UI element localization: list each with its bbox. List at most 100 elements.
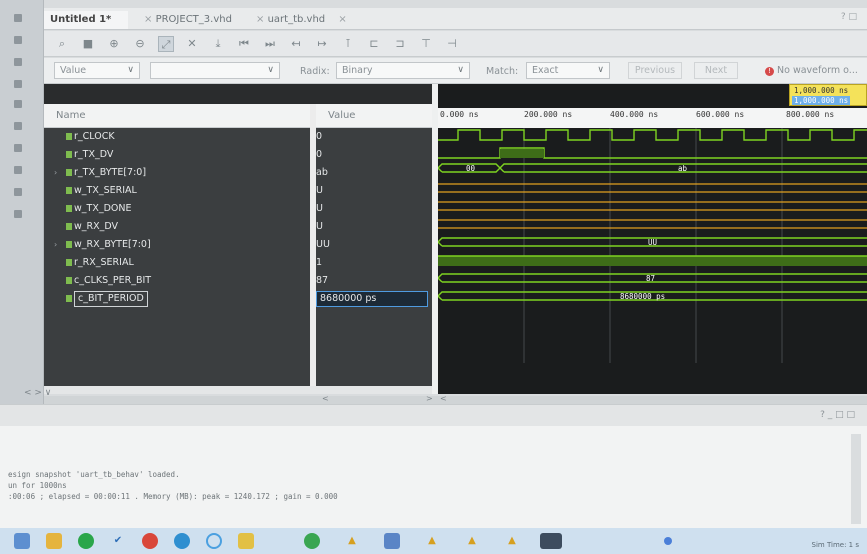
full-view-icon[interactable]: ✕ <box>184 36 200 52</box>
swap-cursors-icon[interactable]: ⊤ <box>418 36 434 52</box>
bus-icon <box>66 169 72 176</box>
signal-row-r-clock[interactable]: r_CLOCK 0 <box>44 128 432 146</box>
expand-icon[interactable]: › <box>54 236 57 254</box>
previous-marker-icon[interactable]: ⊏ <box>366 36 382 52</box>
cortana-icon[interactable] <box>206 533 222 549</box>
next-transition-icon[interactable]: ↦ <box>314 36 330 52</box>
signal-row-c-clks-per-bit[interactable]: c_CLKS_PER_BIT 87 <box>44 272 432 290</box>
edge-icon[interactable] <box>174 533 190 549</box>
check-icon[interactable]: ✔ <box>110 533 126 549</box>
panel-bottom-strip <box>44 386 432 394</box>
signal-value: 0 <box>316 149 323 160</box>
close-icon[interactable]: × <box>338 14 346 25</box>
sidebar-icon[interactable] <box>14 166 22 174</box>
signal-row-c-bit-period[interactable]: c_BIT_PERIOD 8680000 ps <box>44 290 432 308</box>
tab-uart-tb[interactable]: × uart_tb.vhd × <box>240 11 350 29</box>
zoom-out-icon[interactable]: ⊖ <box>132 36 148 52</box>
bus-icon <box>66 241 72 248</box>
notes-icon[interactable] <box>238 533 254 549</box>
radix-select[interactable]: Binary ∨ <box>336 62 470 79</box>
cut-icon[interactable]: ⊣ <box>444 36 460 52</box>
signal-icon <box>66 295 72 302</box>
zoom-in-icon[interactable]: ⊕ <box>106 36 122 52</box>
scroll-left-arrow[interactable]: < <box>322 394 329 403</box>
zoom-fit-icon[interactable]: ⤢ <box>158 36 174 52</box>
sidebar-icon[interactable] <box>14 188 22 196</box>
no-waveform-text: No waveform o... <box>777 65 858 76</box>
horizontal-scrollbar[interactable]: < > < <box>44 394 867 404</box>
vivado-icon-2[interactable]: ▲ <box>424 533 440 549</box>
signal-icon <box>66 223 72 230</box>
document-icon[interactable] <box>384 533 400 549</box>
spotify-icon[interactable] <box>78 533 94 549</box>
vivado-icon-3[interactable]: ▲ <box>464 533 480 549</box>
signal-value: 1 <box>316 257 323 268</box>
signal-icon <box>66 205 72 212</box>
next-marker-icon[interactable]: ⊐ <box>392 36 408 52</box>
signal-row-r-tx-dv[interactable]: r_TX_DV 0 <box>44 146 432 164</box>
chevron-down-icon: ∨ <box>457 65 464 75</box>
name-column-header[interactable]: Name <box>44 104 310 128</box>
cursor-time-marker[interactable]: 1,000.000 ns 1,000.000 ns <box>789 84 867 106</box>
sidebar-icon[interactable] <box>14 36 22 44</box>
console-scrollbar[interactable] <box>851 434 861 524</box>
tcl-console-header: ? _ □ □ <box>0 404 867 426</box>
signal-row-w-tx-done[interactable]: w_TX_DONE U <box>44 200 432 218</box>
value-column-header[interactable]: Value <box>316 104 432 128</box>
previous-transition-icon[interactable]: ↤ <box>288 36 304 52</box>
match-select[interactable]: Exact ∨ <box>526 62 610 79</box>
tcl-console[interactable]: esign snapshot 'uart_tb_behav' loaded. u… <box>0 426 867 528</box>
close-icon[interactable]: × <box>144 14 152 25</box>
close-icon[interactable]: × <box>256 14 264 25</box>
sidebar-icon[interactable] <box>14 80 22 88</box>
save-icon[interactable]: ■ <box>80 36 96 52</box>
go-to-last-time-icon[interactable]: ⏭ <box>262 36 278 52</box>
console-window-controls[interactable]: ? _ □ □ <box>820 410 855 420</box>
folder-icon[interactable] <box>46 533 62 549</box>
tab-project-3[interactable]: × PROJECT_3.vhd <box>128 11 238 29</box>
go-to-time-0-icon[interactable]: ⏮ <box>236 36 252 52</box>
go-to-cursor-icon[interactable]: ⤓ <box>210 36 226 52</box>
waveform-traces[interactable]: 00 ab UU 87 8680000 ps <box>438 128 867 363</box>
vivado-simulator-window: Untitled 1* × PROJECT_3.vhd × uart_tb.vh… <box>0 0 867 554</box>
signal-icon <box>66 277 72 284</box>
search-mode-select[interactable]: Value ∨ <box>54 62 140 79</box>
signal-row-w-tx-serial[interactable]: w_TX_SERIAL U <box>44 182 432 200</box>
signal-row-r-tx-byte[interactable]: › r_TX_BYTE[7:0] ab <box>44 164 432 182</box>
signal-name: w_TX_SERIAL <box>74 185 137 196</box>
signal-value: 8680000 ps <box>316 291 428 307</box>
sidebar-icon[interactable] <box>14 14 22 22</box>
search-mode-value: Value <box>60 65 87 76</box>
signal-value: 87 <box>316 275 329 286</box>
torrent-icon[interactable] <box>304 533 320 549</box>
signal-row-r-rx-serial[interactable]: r_RX_SERIAL 1 <box>44 254 432 272</box>
cursor-time-label-secondary: 1,000.000 ns <box>792 96 851 105</box>
sidebar-icon[interactable] <box>14 122 22 130</box>
next-button[interactable]: Next <box>694 62 738 79</box>
chrome-icon[interactable] <box>142 533 158 549</box>
window-help-controls[interactable]: ? □ <box>841 12 857 22</box>
search-icon[interactable]: ⌕ <box>54 36 70 52</box>
search-value-input[interactable]: ∨ <box>150 62 280 79</box>
time-ruler[interactable]: 0.000 ns 200.000 ns 400.000 ns 600.000 n… <box>438 108 867 128</box>
tab-untitled-1[interactable]: Untitled 1* <box>44 11 128 29</box>
scroll-right-arrow[interactable]: > <box>426 394 433 403</box>
chevron-down-icon: ∨ <box>127 65 134 75</box>
signal-name: w_RX_DV <box>74 221 119 232</box>
signal-name: w_RX_BYTE[7:0] <box>74 239 151 250</box>
sidebar-icon[interactable] <box>14 100 22 108</box>
signal-row-w-rx-byte[interactable]: › w_RX_BYTE[7:0] UU <box>44 236 432 254</box>
vivado-icon[interactable]: ▲ <box>344 533 360 549</box>
sidebar-icon[interactable] <box>14 58 22 66</box>
bus-label-tx-byte-second: ab <box>678 164 688 173</box>
sidebar-icon[interactable] <box>14 144 22 152</box>
app-icon[interactable] <box>540 533 562 549</box>
previous-button[interactable]: Previous <box>628 62 682 79</box>
expand-icon[interactable]: › <box>54 164 57 182</box>
add-marker-icon[interactable]: ⊺ <box>340 36 356 52</box>
file-explorer-icon[interactable] <box>14 533 30 549</box>
sidebar-icon[interactable] <box>14 210 22 218</box>
vivado-icon-4[interactable]: ▲ <box>504 533 520 549</box>
signal-row-w-rx-dv[interactable]: w_RX_DV U <box>44 218 432 236</box>
scroll-left-arrow[interactable]: < <box>440 394 447 403</box>
